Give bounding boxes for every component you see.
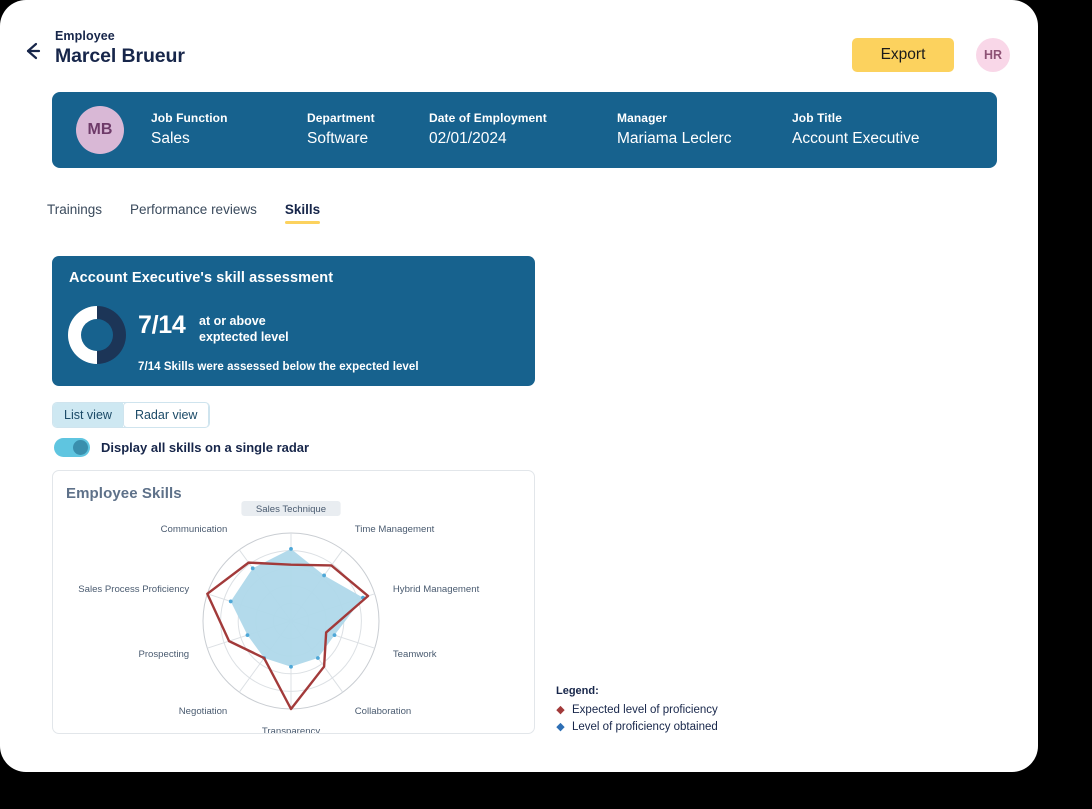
tab-skills[interactable]: Skills [284,202,321,224]
info-field-department: Department Software [307,110,429,151]
info-value: Sales [151,129,190,147]
employee-info-bar: MB Job Function Sales Department Softwar… [52,92,997,168]
info-field-job-function: Job Function Sales [151,110,307,151]
info-label: Date of Employment [429,110,547,125]
view-toggle-radar[interactable]: Radar view [122,403,210,427]
tab-trainings[interactable]: Trainings [47,202,102,224]
info-label: Manager [617,110,668,125]
employee-avatar: MB [76,106,124,154]
info-value: 02/01/2024 [429,129,507,147]
radar-point-obtained [289,664,293,669]
employee-info-fields: Job Function Sales Department Software D… [151,110,972,151]
view-toggle-list[interactable]: List view [53,403,123,427]
info-label: Department [307,110,375,125]
breadcrumb: Employee Marcel Brueur [55,29,185,69]
info-label: Job Function [151,110,228,125]
radar-axis-label: Prospecting [138,649,189,660]
radar-point-obtained [332,633,337,638]
toggle-knob-icon [73,440,88,455]
tab-performance-reviews[interactable]: Performance reviews [130,202,257,224]
radar-point-obtained [322,573,327,578]
radar-axis-label: Hybrid Management [393,584,480,595]
view-toggle-group: List view Radar view [52,402,211,428]
diamond-icon: ◆ [556,720,565,733]
assessment-ratio: 7/14 [138,311,186,339]
arrow-left-icon [26,42,41,60]
page-header: Employee Marcel Brueur Export HR [0,0,1038,86]
user-avatar[interactable]: HR [976,38,1010,72]
radar-axis-label: Communication [161,524,228,535]
legend-item-label: Level of proficiency obtained [572,721,718,733]
radar-axis-label: Negotiation [179,706,228,717]
info-label: Job Title [792,110,843,125]
assessment-donut-chart [68,306,126,364]
radar-point-obtained [228,599,233,604]
chart-legend: Legend: ◆ Expected level of proficiency … [556,685,718,738]
info-value: Account Executive [792,129,920,147]
employee-skills-page: Employee Marcel Brueur Export HR MB Job … [0,0,1038,772]
tab-bar: Trainings Performance reviews Skills [47,202,348,224]
skill-assessment-title: Account Executive's skill assessment [69,270,334,286]
radar-axis-label: Sales Technique [256,504,326,515]
radar-series-obtained-area [230,548,363,667]
export-button[interactable]: Export [852,38,954,72]
radar-axis-label: Teamwork [393,649,437,660]
radar-axis-label: Transparency [262,726,321,733]
radar-axis-label: Sales Process Proficiency [78,584,189,595]
radar-axis-label: Time Management [355,524,435,535]
radar-chart: Sales Technique Time Management Hybrid Man… [78,501,480,733]
legend-title: Legend: [556,685,599,697]
breadcrumb-label: Employee [55,29,115,43]
info-value: Mariama Leclerc [617,129,732,147]
radar-point-obtained [250,566,255,571]
radar-axis-label: Collaboration [355,706,412,717]
assessment-note: 7/14 Skills were assessed below the expe… [138,361,419,373]
info-field-manager: Manager Mariama Leclerc [617,110,792,151]
info-field-job-title: Job Title Account Executive [792,110,972,151]
radar-chart-card: Employee Skills Sales Technique Time Mana… [52,470,535,734]
legend-item-label: Expected level of proficiency [572,704,718,716]
single-radar-toggle[interactable] [54,438,90,457]
info-value: Software [307,129,369,147]
back-button[interactable] [20,38,46,64]
single-radar-toggle-label: Display all skills on a single radar [101,440,310,455]
radar-point-obtained [245,633,250,638]
legend-item-obtained: ◆ Level of proficiency obtained [556,721,718,733]
single-radar-switch-row: Display all skills on a single radar [54,438,309,457]
assessment-ratio-description: at or above exptected level [199,314,289,345]
legend-item-expected: ◆ Expected level of proficiency [556,704,718,716]
radar-point-obtained [289,546,293,551]
radar-point-obtained [315,656,320,660]
ratio-desc-line-2: exptected level [199,329,289,344]
ratio-desc-line-1: at or above [199,314,266,328]
info-field-date-of-employment: Date of Employment 02/01/2024 [429,110,617,151]
skill-assessment-card: Account Executive's skill assessment 7/1… [52,256,535,386]
page-title: Marcel Brueur [55,45,185,67]
diamond-icon: ◆ [556,703,565,716]
